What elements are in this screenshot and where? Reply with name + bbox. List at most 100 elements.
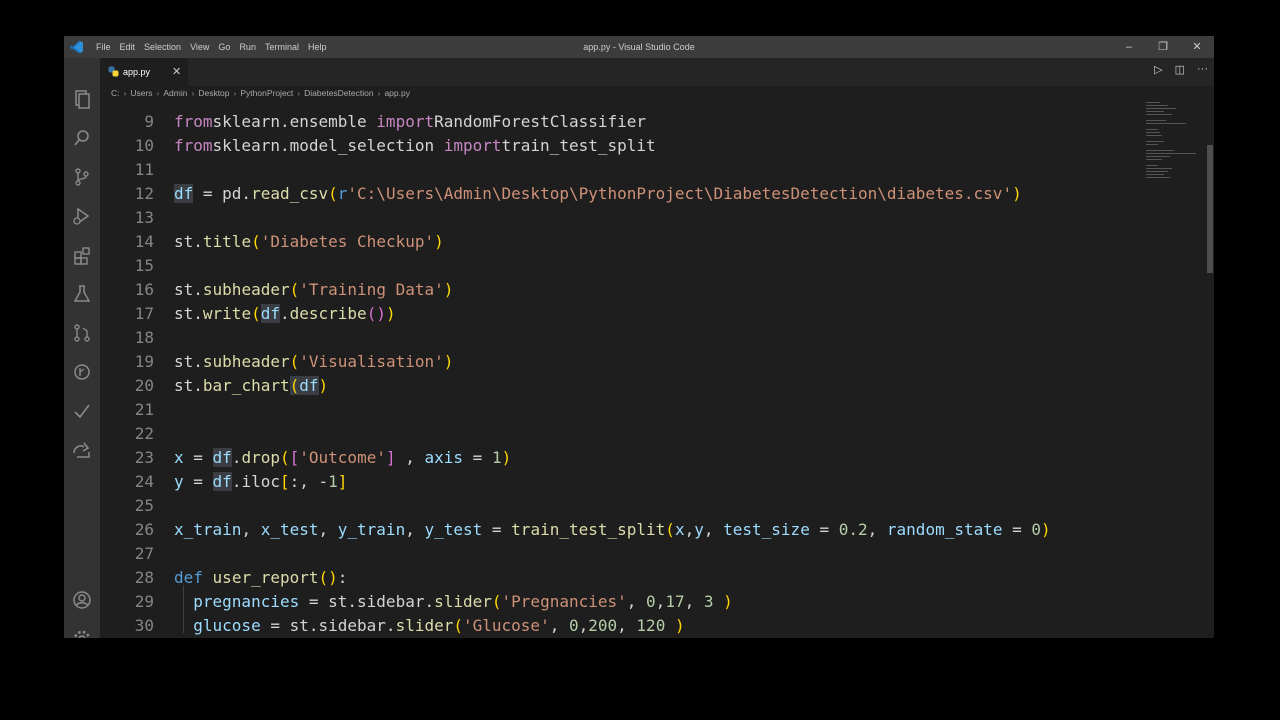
close-window-button[interactable]: ✕ — [1180, 36, 1214, 58]
code-token: ) — [434, 232, 444, 251]
restore-button[interactable]: ❐ — [1146, 36, 1180, 58]
code-token: = — [463, 448, 492, 467]
code-line[interactable]: 30 glucose = st.sidebar.slider('Glucose'… — [100, 614, 1214, 638]
code-line[interactable]: 23 x = df.drop(['Outcome'] , axis = 1) — [100, 446, 1214, 470]
line-number: 26 — [134, 520, 154, 539]
minimap[interactable] — [1146, 100, 1208, 190]
code-line[interactable]: 19 st.subheader('Visualisation') — [100, 350, 1214, 374]
breadcrumb-item[interactable]: DiabetesDetection — [304, 88, 373, 98]
menu-item-go[interactable]: Go — [218, 42, 230, 52]
code-token: 'Training Data' — [299, 280, 444, 299]
line-number: 24 — [134, 472, 154, 491]
code-token: 1 — [491, 448, 502, 467]
live-share-icon[interactable] — [71, 439, 93, 461]
code-token: , — [867, 520, 887, 539]
tab-bar: app.py ✕ ▷ ◫ ··· — [100, 58, 1214, 86]
line-number: 14 — [134, 232, 154, 251]
code-editor[interactable]: 9 fromsklearn.ensemble importRandomForest… — [100, 100, 1214, 638]
code-token: , — [626, 592, 647, 611]
line-number: 18 — [134, 328, 154, 347]
code-token: = — [482, 520, 512, 539]
code-line[interactable]: 15 — [100, 254, 1214, 278]
menu-item-view[interactable]: View — [190, 42, 209, 52]
more-actions-icon[interactable]: ··· — [1197, 63, 1208, 76]
line-number: 11 — [134, 160, 154, 179]
code-line[interactable]: 24 y = df.iloc[:, -1] — [100, 470, 1214, 494]
explorer-icon[interactable] — [71, 88, 93, 110]
testing-icon[interactable] — [71, 283, 93, 305]
menu-item-file[interactable]: File — [96, 42, 111, 52]
minimize-button[interactable]: – — [1112, 36, 1146, 58]
account-icon[interactable] — [71, 589, 93, 611]
line-number: 22 — [134, 424, 154, 443]
code-line[interactable]: 14 st.title('Diabetes Checkup') — [100, 230, 1214, 254]
run-debug-icon[interactable] — [71, 205, 93, 227]
breadcrumb-item[interactable]: C: — [111, 88, 120, 98]
code-token: ( — [251, 304, 261, 323]
code-line[interactable]: 12 df = pd.read_csv(r'C:\Users\Admin\Desk… — [100, 182, 1214, 206]
code-token: , — [405, 520, 425, 539]
source-control-icon[interactable] — [71, 166, 93, 188]
menu-item-selection[interactable]: Selection — [144, 42, 181, 52]
check-icon[interactable] — [71, 400, 93, 422]
code-token: st. — [174, 352, 203, 371]
split-editor-icon[interactable]: ◫ — [1175, 63, 1185, 76]
breadcrumb-separator: › — [156, 88, 160, 98]
code-token: , — [684, 520, 695, 539]
code-line[interactable]: 13 — [100, 206, 1214, 230]
code-line[interactable]: 27 — [100, 542, 1214, 566]
code-line[interactable]: 17 st.write(df.describe()) — [100, 302, 1214, 326]
code-token: ] — [337, 472, 348, 491]
code-token: = — [183, 472, 213, 491]
menu-item-terminal[interactable]: Terminal — [265, 42, 299, 52]
code-token: , — [549, 616, 569, 635]
code-line[interactable]: 22 — [100, 422, 1214, 446]
code-line[interactable]: 25 — [100, 494, 1214, 518]
vertical-scrollbar[interactable] — [1204, 100, 1214, 638]
code-text: x_train, x_test, y_train, y_test = train… — [174, 518, 1051, 542]
code-line[interactable]: 9 fromsklearn.ensemble importRandomForest… — [100, 110, 1214, 134]
breadcrumb-item[interactable]: Desktop — [198, 88, 229, 98]
code-text: fromsklearn.model_selection importtrain_… — [174, 134, 656, 158]
code-token: ] — [385, 448, 396, 467]
code-token: drop — [241, 448, 280, 467]
code-token: , — [617, 616, 637, 635]
extensions-icon[interactable] — [71, 244, 93, 266]
code-line[interactable]: 29 pregnancies = st.sidebar.slider('Preg… — [100, 590, 1214, 614]
code-line[interactable]: 20 st.bar_chart(df) — [100, 374, 1214, 398]
breadcrumb-separator: › — [377, 88, 381, 98]
code-token: df — [174, 184, 194, 203]
code-token: 'C:\Users\Admin\Desktop\PythonProject\Di… — [347, 184, 1013, 203]
search-icon[interactable] — [71, 127, 93, 149]
breadcrumb-item[interactable]: PythonProject — [240, 88, 293, 98]
code-line[interactable]: 26 x_train, x_test, y_train, y_test = tra… — [100, 518, 1214, 542]
tab-close-icon[interactable]: ✕ — [172, 65, 181, 78]
menu-item-help[interactable]: Help — [308, 42, 327, 52]
run-file-icon[interactable]: ▷ — [1154, 63, 1162, 76]
code-line[interactable]: 28 def user_report(): — [100, 566, 1214, 590]
code-line[interactable]: 16 st.subheader('Training Data') — [100, 278, 1214, 302]
vscode-logo-icon — [70, 40, 83, 54]
code-line[interactable]: 18 — [100, 326, 1214, 350]
scrollbar-thumb[interactable] — [1207, 145, 1213, 273]
breadcrumb-item[interactable]: Users — [130, 88, 152, 98]
code-token: ) — [443, 280, 454, 299]
code-line[interactable]: 10 fromsklearn.model_selection importtrai… — [100, 134, 1214, 158]
breadcrumb-item[interactable]: Admin — [163, 88, 187, 98]
code-token: = — [183, 448, 213, 467]
git-graph-icon[interactable] — [71, 361, 93, 383]
code-token: r — [337, 184, 348, 203]
settings-gear-icon[interactable] — [71, 628, 93, 638]
code-line[interactable]: 21 — [100, 398, 1214, 422]
code-text: y = df.iloc[:, -1] — [174, 470, 347, 494]
line-number: 21 — [134, 400, 154, 419]
menu-item-run[interactable]: Run — [239, 42, 256, 52]
code-token: .iloc — [231, 472, 280, 491]
tab-app-py[interactable]: app.py ✕ — [100, 58, 188, 86]
remote-icon[interactable] — [71, 322, 93, 344]
code-token: axis — [424, 448, 464, 467]
code-token: ) — [674, 616, 685, 635]
menu-item-edit[interactable]: Edit — [120, 42, 136, 52]
code-line[interactable]: 11 — [100, 158, 1214, 182]
breadcrumb-item[interactable]: app.py — [384, 88, 410, 98]
